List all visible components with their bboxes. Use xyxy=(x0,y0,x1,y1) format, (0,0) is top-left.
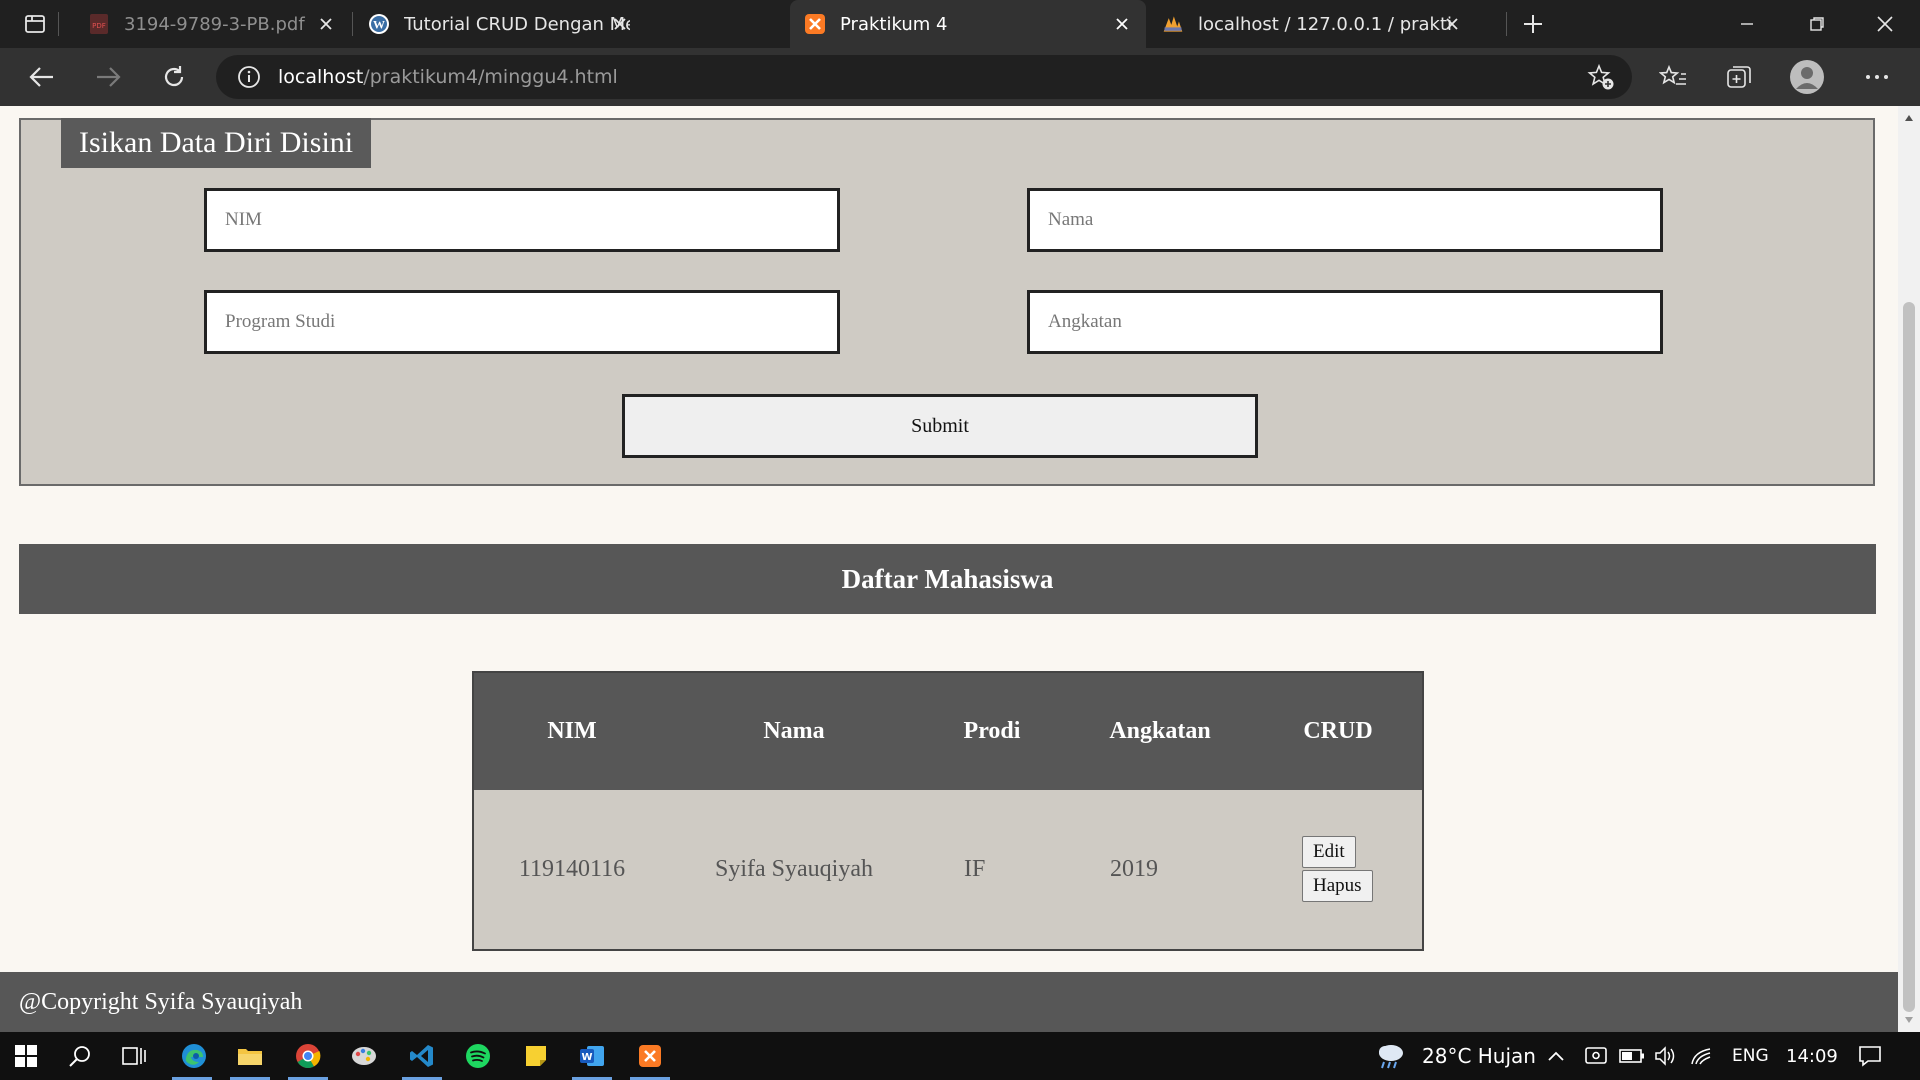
tab-title: Praktikum 4 xyxy=(840,13,948,35)
column-header-crud: CRUD xyxy=(1303,718,1373,744)
address-bar[interactable]: localhost/praktikum4/minggu4.html xyxy=(216,55,1632,99)
data-form: Isikan Data Diri Disini Submit xyxy=(19,118,1875,486)
pdf-icon: PDF xyxy=(88,13,110,35)
hapus-button[interactable]: Hapus xyxy=(1302,869,1373,902)
restore-icon[interactable] xyxy=(1800,7,1834,41)
angkatan-input[interactable] xyxy=(1027,290,1663,354)
forward-arrow-icon[interactable] xyxy=(91,60,125,94)
tab-title: 3194-9789-3-PB.pdf xyxy=(124,13,305,35)
weather-text[interactable]: 28°C Hujan xyxy=(1422,1032,1536,1080)
language-indicator[interactable]: ENG xyxy=(1732,1032,1769,1080)
collections-icon[interactable] xyxy=(1722,60,1756,94)
close-window-icon[interactable] xyxy=(1868,7,1902,41)
minimize-icon[interactable] xyxy=(1730,7,1764,41)
site-info-icon[interactable] xyxy=(236,64,262,90)
more-options-icon[interactable] xyxy=(1860,60,1894,94)
wordpress-icon: W xyxy=(368,13,390,35)
cell-prodi: IF xyxy=(964,856,986,882)
favorites-icon[interactable] xyxy=(1656,60,1690,94)
windows-start-icon[interactable] xyxy=(10,1040,42,1072)
svg-text:W: W xyxy=(373,18,385,32)
cell-angkatan: 2019 xyxy=(1110,856,1158,882)
wifi-icon[interactable] xyxy=(1686,1040,1718,1072)
column-header-prodi: Prodi xyxy=(963,718,1021,744)
file-explorer-icon[interactable] xyxy=(234,1040,266,1072)
scroll-up-arrow-icon[interactable] xyxy=(1903,112,1915,124)
cell-nim: 119140116 xyxy=(518,856,626,882)
column-header-nama: Nama xyxy=(763,718,825,744)
submit-button[interactable]: Submit xyxy=(622,394,1258,458)
tab-praktikum-4[interactable]: Praktikum 4 xyxy=(790,0,1146,48)
spotify-icon[interactable] xyxy=(462,1040,494,1072)
meet-now-icon[interactable] xyxy=(1580,1040,1612,1072)
tab-phpmyadmin[interactable]: localhost / 127.0.0.1 / praktikum xyxy=(1148,0,1476,48)
tab-close-icon[interactable] xyxy=(610,14,630,34)
url-path: /praktikum4/minggu4.html xyxy=(363,66,618,88)
back-arrow-icon[interactable] xyxy=(25,60,59,94)
chevron-up-icon[interactable] xyxy=(1540,1040,1572,1072)
xampp-icon xyxy=(804,13,826,35)
word-icon[interactable]: W xyxy=(576,1040,608,1072)
daftar-mahasiswa-heading: Daftar Mahasiswa xyxy=(19,544,1876,614)
tab-title: localhost / 127.0.0.1 / praktikum xyxy=(1198,13,1452,35)
tab-title: Tutorial CRUD Dengan Menggunakan xyxy=(404,13,630,35)
reload-icon[interactable] xyxy=(157,60,191,94)
column-header-angkatan: Angkatan xyxy=(1109,718,1211,744)
tab-actions-icon[interactable] xyxy=(18,7,52,41)
vscode-icon[interactable] xyxy=(406,1040,438,1072)
weather-rain-icon[interactable] xyxy=(1374,1040,1406,1072)
new-tab-icon[interactable] xyxy=(1516,7,1550,41)
add-favorite-icon[interactable] xyxy=(1584,60,1618,94)
phpmyadmin-icon xyxy=(1162,13,1184,35)
sticky-notes-icon[interactable] xyxy=(520,1040,552,1072)
address-toolbar: localhost/praktikum4/minggu4.html xyxy=(0,48,1920,106)
svg-text:PDF: PDF xyxy=(92,22,106,30)
cell-crud: Edit Hapus xyxy=(1302,790,1412,949)
chrome-icon[interactable] xyxy=(292,1040,324,1072)
url-text: localhost/praktikum4/minggu4.html xyxy=(278,66,618,88)
column-header-nim: NIM xyxy=(547,718,597,744)
tab-close-icon[interactable] xyxy=(1112,14,1132,34)
scroll-down-arrow-icon[interactable] xyxy=(1903,1014,1915,1026)
profile-avatar-icon[interactable] xyxy=(1790,60,1824,94)
copyright-text: @Copyright Syifa Syauqiyah xyxy=(19,988,303,1015)
tab-pdf[interactable]: PDF 3194-9789-3-PB.pdf xyxy=(62,0,350,48)
volume-icon[interactable] xyxy=(1650,1040,1682,1072)
table-header: NIM Nama Prodi Angkatan CRUD xyxy=(474,673,1422,790)
scrollbar-thumb[interactable] xyxy=(1903,302,1915,1012)
tab-wordpress[interactable]: W Tutorial CRUD Dengan Menggunakan xyxy=(354,0,644,48)
battery-icon[interactable] xyxy=(1616,1040,1648,1072)
tab-close-icon[interactable] xyxy=(1442,14,1462,34)
notification-icon[interactable] xyxy=(1854,1040,1886,1072)
browser-tab-bar: PDF 3194-9789-3-PB.pdf W Tutorial CRUD D… xyxy=(0,0,1920,48)
mahasiswa-table: NIM Nama Prodi Angkatan CRUD 119140116 S… xyxy=(472,671,1424,951)
form-legend: Isikan Data Diri Disini xyxy=(61,118,372,168)
search-icon[interactable] xyxy=(64,1040,96,1072)
edge-browser-icon[interactable] xyxy=(178,1040,210,1072)
page-viewport: Isikan Data Diri Disini Submit Daftar Ma… xyxy=(0,106,1898,1032)
page-scrollbar[interactable] xyxy=(1898,106,1920,1032)
windows-taskbar: W 28°C Hujan ENG 14:09 xyxy=(0,1032,1920,1080)
tab-close-icon[interactable] xyxy=(316,14,336,34)
clock-time[interactable]: 14:09 xyxy=(1786,1032,1838,1080)
footer: @Copyright Syifa Syauqiyah xyxy=(0,972,1898,1032)
program-studi-input[interactable] xyxy=(204,290,840,354)
nim-input[interactable] xyxy=(204,188,840,252)
xampp-taskbar-icon[interactable] xyxy=(634,1040,666,1072)
nama-input[interactable] xyxy=(1027,188,1663,252)
edit-button[interactable]: Edit xyxy=(1302,835,1356,868)
task-view-icon[interactable] xyxy=(118,1040,150,1072)
svg-text:W: W xyxy=(581,1052,592,1063)
cell-nama: Syifa Syauqiyah xyxy=(715,856,873,882)
url-host: localhost xyxy=(278,66,364,88)
paint-app-icon[interactable] xyxy=(348,1040,380,1072)
